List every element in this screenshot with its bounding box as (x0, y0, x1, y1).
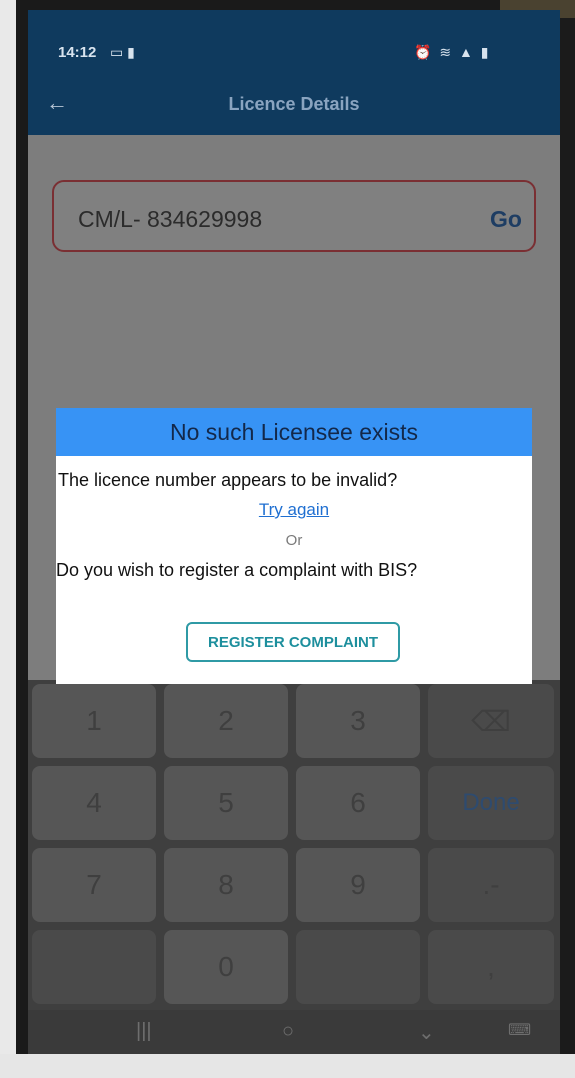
status-time: 14:12 (58, 44, 97, 61)
key-7[interactable]: 7 (32, 848, 156, 922)
numeric-keyboard: 1 2 3 ⌫ 4 5 6 Done 7 8 9 .- 0 , (28, 680, 560, 1054)
or-text: Or (285, 532, 303, 549)
key-3[interactable]: 3 (296, 684, 420, 758)
key-0[interactable]: 0 (164, 930, 288, 1004)
back-chevron-icon[interactable]: ⌄ (418, 1020, 435, 1045)
error-dialog: No such Licensee exists The licence numb… (56, 408, 532, 684)
backspace-icon[interactable]: ⌫ (428, 684, 554, 758)
try-again-link[interactable]: Try again (56, 500, 532, 520)
key-5[interactable]: 5 (164, 766, 288, 840)
licence-number-input[interactable]: CM/L- 834629998 Go (52, 180, 536, 252)
system-nav-bar: ||| ○ ⌄ ⌨ (28, 1010, 560, 1054)
app-bar: 14:12 ▭ ▮ ⏰ ≋ ▲ ▮ ← Licence Details (28, 10, 560, 135)
dot-dash-key[interactable]: .- (428, 848, 554, 922)
licence-number-value[interactable]: CM/L- 834629998 (78, 206, 262, 233)
phone-screen: 14:12 ▭ ▮ ⏰ ≋ ▲ ▮ ← Licence Details CM/L… (28, 10, 560, 1054)
photo-edge-left (0, 0, 16, 1078)
go-button[interactable]: Go (490, 206, 522, 233)
key-9[interactable]: 9 (296, 848, 420, 922)
photo-edge-bottom (0, 1054, 575, 1078)
status-icons: ⏰ ≋ ▲ ▮ (414, 44, 491, 60)
key-4[interactable]: 4 (32, 766, 156, 840)
done-key[interactable]: Done (428, 766, 554, 840)
blank-key-right[interactable] (296, 930, 420, 1004)
photo-edge-right (559, 0, 575, 1078)
keyboard-icon[interactable]: ⌨ (508, 1020, 531, 1040)
key-6[interactable]: 6 (296, 766, 420, 840)
page-title: Licence Details (228, 94, 360, 114)
home-icon[interactable]: ○ (282, 1020, 294, 1043)
register-message: Do you wish to register a complaint with… (56, 560, 418, 580)
invalid-message: The licence number appears to be invalid… (58, 470, 398, 490)
register-complaint-button[interactable]: REGISTER COMPLAINT (186, 622, 400, 662)
key-1[interactable]: 1 (32, 684, 156, 758)
recent-apps-icon[interactable]: ||| (136, 1020, 152, 1043)
key-8[interactable]: 8 (164, 848, 288, 922)
blank-key-left[interactable] (32, 930, 156, 1004)
key-2[interactable]: 2 (164, 684, 288, 758)
dialog-title: No such Licensee exists (56, 408, 532, 456)
comma-key[interactable]: , (428, 930, 554, 1004)
notification-icons: ▭ ▮ (110, 44, 135, 60)
